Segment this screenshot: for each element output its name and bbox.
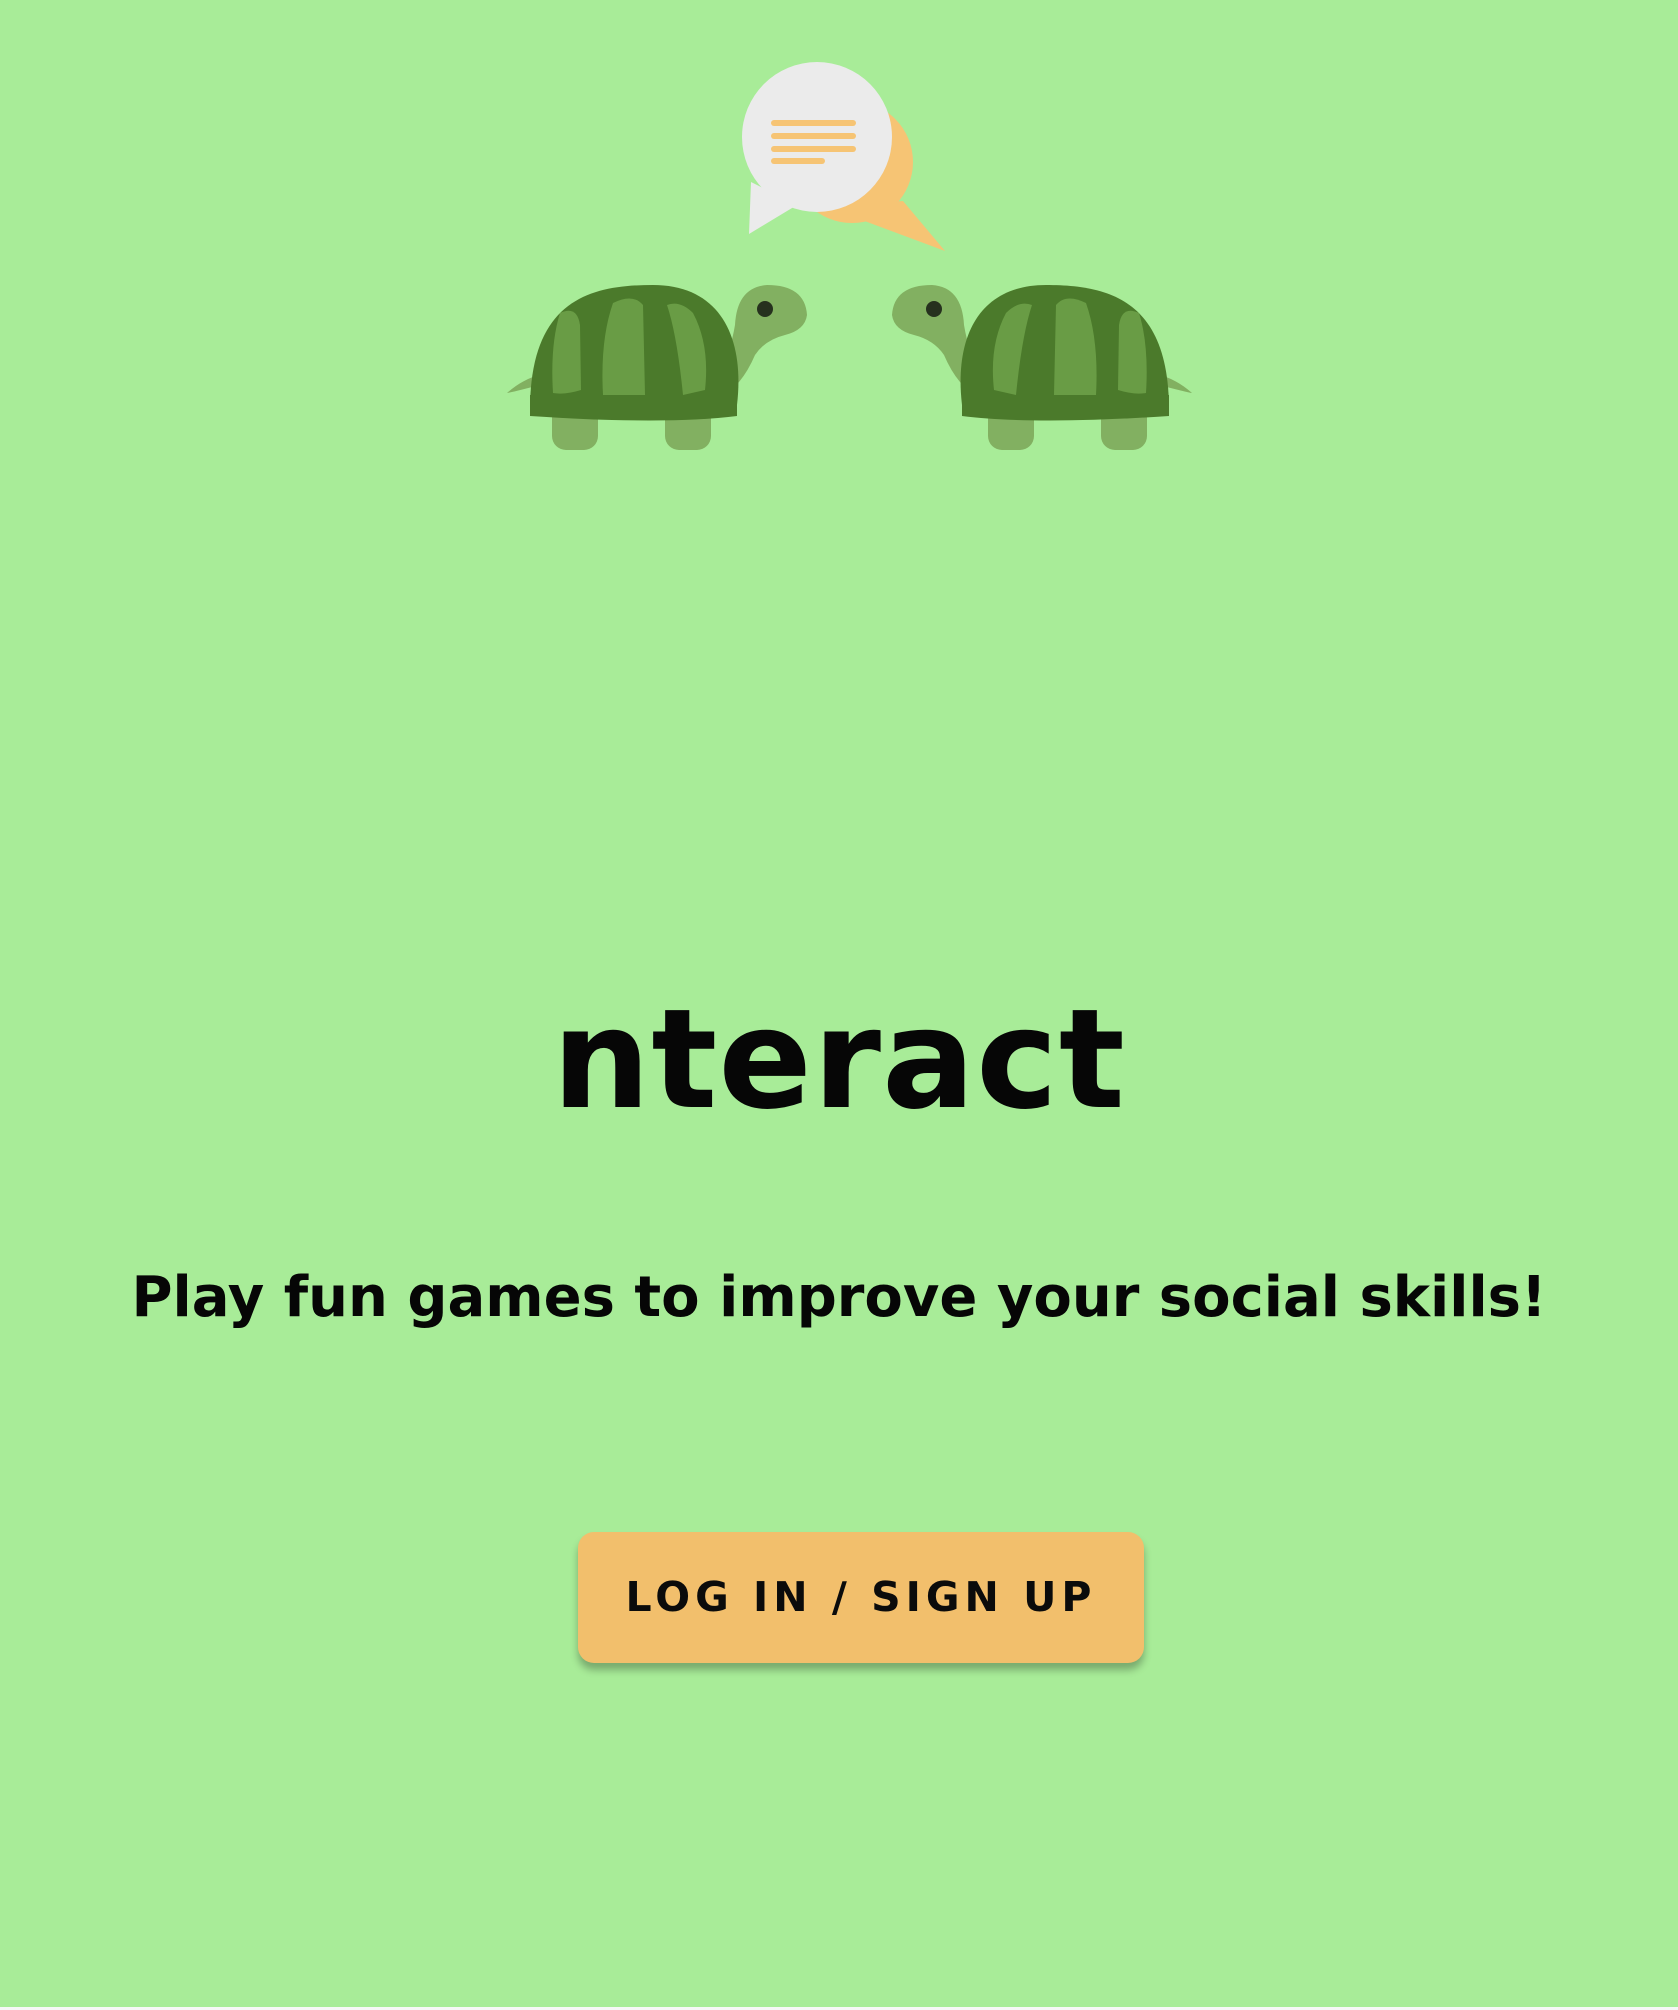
app-title: nteract bbox=[552, 979, 1126, 1140]
landing-screen: nteract Play fun games to improve your s… bbox=[0, 0, 1678, 2007]
logo bbox=[505, 55, 1205, 465]
login-signup-button[interactable]: LOG IN / SIGN UP bbox=[578, 1532, 1144, 1663]
tagline: Play fun games to improve your social sk… bbox=[131, 1265, 1547, 1330]
turtle-icon bbox=[507, 285, 807, 450]
turtle-icon bbox=[892, 285, 1192, 450]
logo-illustration bbox=[507, 62, 1192, 450]
speech-bubbles-icon bbox=[742, 62, 945, 251]
